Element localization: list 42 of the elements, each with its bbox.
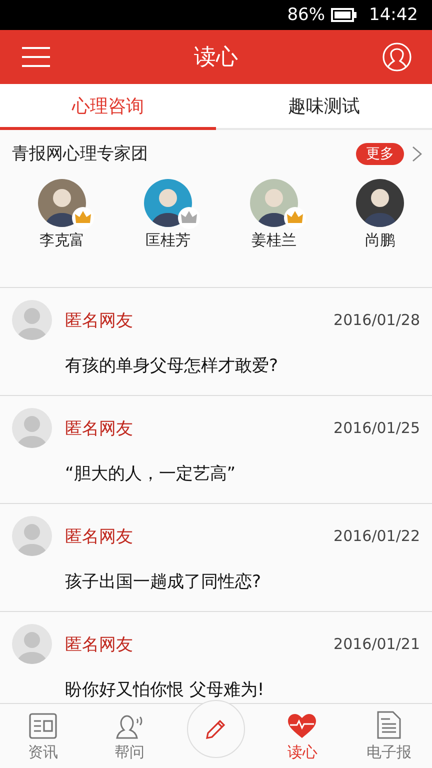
more-button[interactable]: 更多 [356, 142, 404, 164]
pencil-icon [205, 718, 228, 740]
avatar-icon [12, 300, 52, 340]
nav-tab[interactable]: 读心 [259, 704, 346, 768]
post-date: 2016/01/21 [334, 635, 420, 653]
profile-icon[interactable] [382, 42, 412, 72]
avatar-icon [12, 516, 52, 556]
section-title: 青报网心理专家团 [12, 143, 149, 165]
post-date: 2016/01/28 [334, 311, 420, 329]
expert-name: 匡桂芳 [146, 231, 190, 250]
heartbeat-icon [287, 713, 318, 739]
avatar-icon[interactable] [356, 179, 404, 227]
author-name: 匿名网友 [65, 634, 133, 656]
document-icon [376, 711, 401, 739]
chevron-right-icon[interactable] [412, 146, 422, 162]
post-title[interactable]: 有孩的单身父母怎样才敢爱? [65, 354, 420, 377]
avatar-icon [12, 624, 52, 664]
avatar-icon[interactable] [250, 179, 298, 227]
post-date: 2016/01/22 [334, 527, 420, 545]
post-title[interactable]: 孩子出国一趟成了同性恋? [65, 570, 420, 593]
expert-name: 李克富 [40, 231, 84, 250]
expert-name: 尚鹏 [365, 231, 395, 250]
battery-percent: 86% [287, 5, 325, 25]
clock-time: 14:42 [369, 5, 418, 25]
avatar-icon [12, 408, 52, 448]
avatar-icon[interactable] [144, 179, 192, 227]
author-name: 匿名网友 [65, 526, 133, 548]
battery-icon [331, 8, 357, 22]
post-title[interactable]: 盼你好又怕你恨 父母难为! [65, 678, 420, 701]
expert-name: 姜桂兰 [252, 231, 296, 250]
nav-tab[interactable]: 帮问 [86, 704, 173, 768]
author-name: 匿名网友 [65, 310, 133, 332]
avatar-icon[interactable] [38, 179, 86, 227]
menu-icon[interactable] [22, 47, 50, 67]
nav-tab[interactable]: 资讯 [0, 704, 86, 768]
tab[interactable]: 趣味测试 [216, 84, 432, 130]
post-date: 2016/01/25 [334, 419, 420, 437]
page-title: 读心 [194, 44, 238, 72]
newspaper-icon [29, 713, 58, 739]
nav-tab[interactable]: 电子报 [346, 704, 432, 768]
post-title[interactable]: “胆大的人，一定艺高” [65, 462, 420, 485]
author-name: 匿名网友 [65, 418, 133, 440]
